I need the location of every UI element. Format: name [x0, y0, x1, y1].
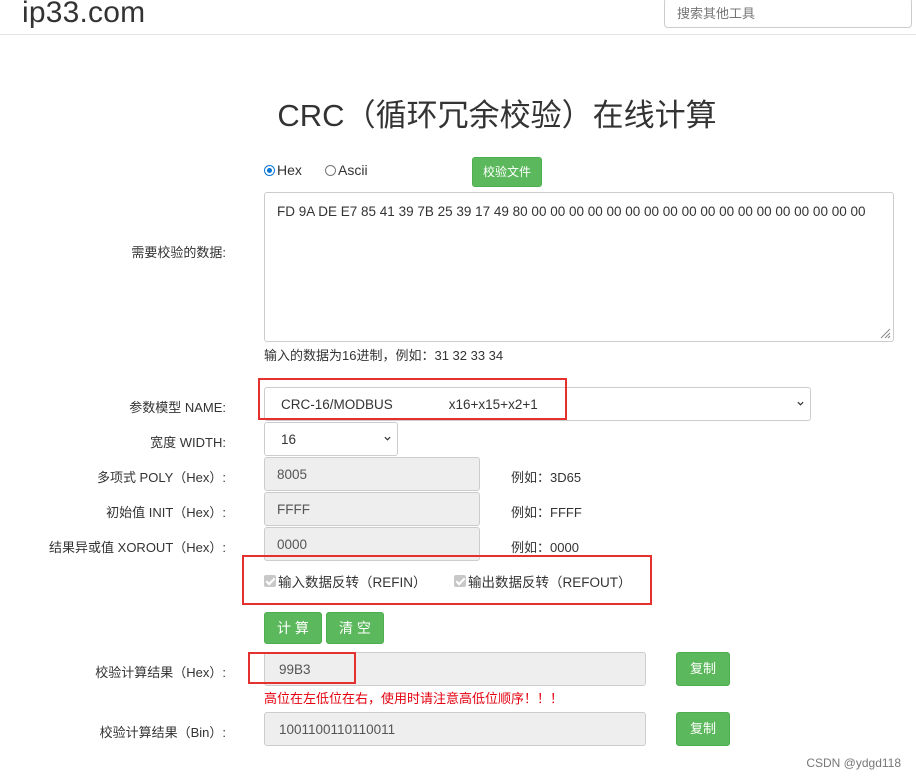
radio-unselected-icon [325, 164, 336, 176]
copy-bin-button[interactable]: 复制 [676, 712, 730, 746]
refin-label: 输入数据反转（REFIN） [278, 575, 427, 590]
model-label: 参数模型 NAME: [129, 400, 226, 415]
radio-selected-icon [264, 164, 275, 176]
data-input-label: 需要校验的数据: [131, 245, 226, 260]
resize-grip-icon[interactable] [879, 327, 891, 339]
poly-example: 例如：3D65 [511, 470, 582, 485]
init-field[interactable]: FFFF [264, 492, 480, 526]
radio-hex-label: Hex [277, 162, 302, 178]
width-label: 宽度 WIDTH: [150, 435, 226, 450]
chevron-down-icon [797, 401, 804, 406]
refin-checkbox[interactable]: 输入数据反转（REFIN） [264, 571, 427, 591]
data-input-value: FD 9A DE E7 85 41 39 7B 25 39 17 49 80 0… [277, 204, 866, 219]
radio-hex[interactable]: Hex [264, 162, 302, 178]
init-example: 例如：FFFF [511, 505, 582, 520]
checkbox-checked-icon [454, 575, 466, 587]
site-logo[interactable]: ip33.com [22, 0, 145, 30]
refout-checkbox[interactable]: 输出数据反转（REFOUT） [454, 571, 632, 591]
poly-label: 多项式 POLY（Hex）: [96, 470, 226, 485]
site-header: ip33.com [0, 0, 916, 35]
width-select-value: 16 [281, 431, 297, 447]
data-input-hint: 输入的数据为16进制，例如：31 32 33 34 [264, 348, 504, 363]
radio-ascii[interactable]: Ascii [325, 162, 368, 178]
calculate-button[interactable]: 计 算 [264, 612, 322, 644]
init-field-value: FFFF [277, 501, 310, 517]
checkbox-checked-icon [264, 575, 276, 587]
clear-button[interactable]: 清 空 [326, 612, 384, 644]
model-select-poly: x16+x15+x2+1 [448, 396, 538, 412]
bin-result-value: 1001100110110011 [279, 721, 396, 737]
init-label: 初始值 INIT（Hex）: [106, 505, 226, 520]
page-title: CRC（循环冗余校验）在线计算 [277, 98, 717, 133]
width-select[interactable]: 16 [264, 422, 398, 456]
search-input[interactable] [664, 0, 912, 28]
hex-result-field[interactable]: 99B3 [264, 652, 646, 686]
poly-field[interactable]: 8005 [264, 457, 480, 491]
verify-file-button[interactable]: 校验文件 [472, 157, 542, 187]
byte-order-warning: 高位在左低位在右，使用时请注意高低位顺序！！！ [264, 691, 564, 706]
hex-result-label: 校验计算结果（Hex）: [95, 665, 226, 680]
chevron-down-icon [384, 436, 391, 441]
radio-ascii-label: Ascii [338, 162, 368, 178]
bin-result-field[interactable]: 1001100110110011 [264, 712, 646, 746]
xorout-field-value: 0000 [277, 536, 308, 552]
poly-field-value: 8005 [277, 466, 308, 482]
hex-result-value: 99B3 [279, 661, 311, 677]
xorout-label: 结果异或值 XOROUT（Hex）: [49, 540, 226, 555]
xorout-field[interactable]: 0000 [264, 527, 480, 561]
data-input-textarea[interactable]: FD 9A DE E7 85 41 39 7B 25 39 17 49 80 0… [264, 192, 894, 342]
csdn-watermark: CSDN @ydgd118 [806, 756, 901, 770]
refout-label: 输出数据反转（REFOUT） [468, 575, 632, 590]
copy-hex-button[interactable]: 复制 [676, 652, 730, 686]
model-select-name: CRC-16/MODBUS [281, 396, 393, 412]
model-select[interactable]: CRC-16/MODBUS x16+x15+x2+1 [264, 387, 811, 421]
xorout-example: 例如：0000 [511, 540, 579, 555]
bin-result-label: 校验计算结果（Bin）: [99, 725, 226, 740]
